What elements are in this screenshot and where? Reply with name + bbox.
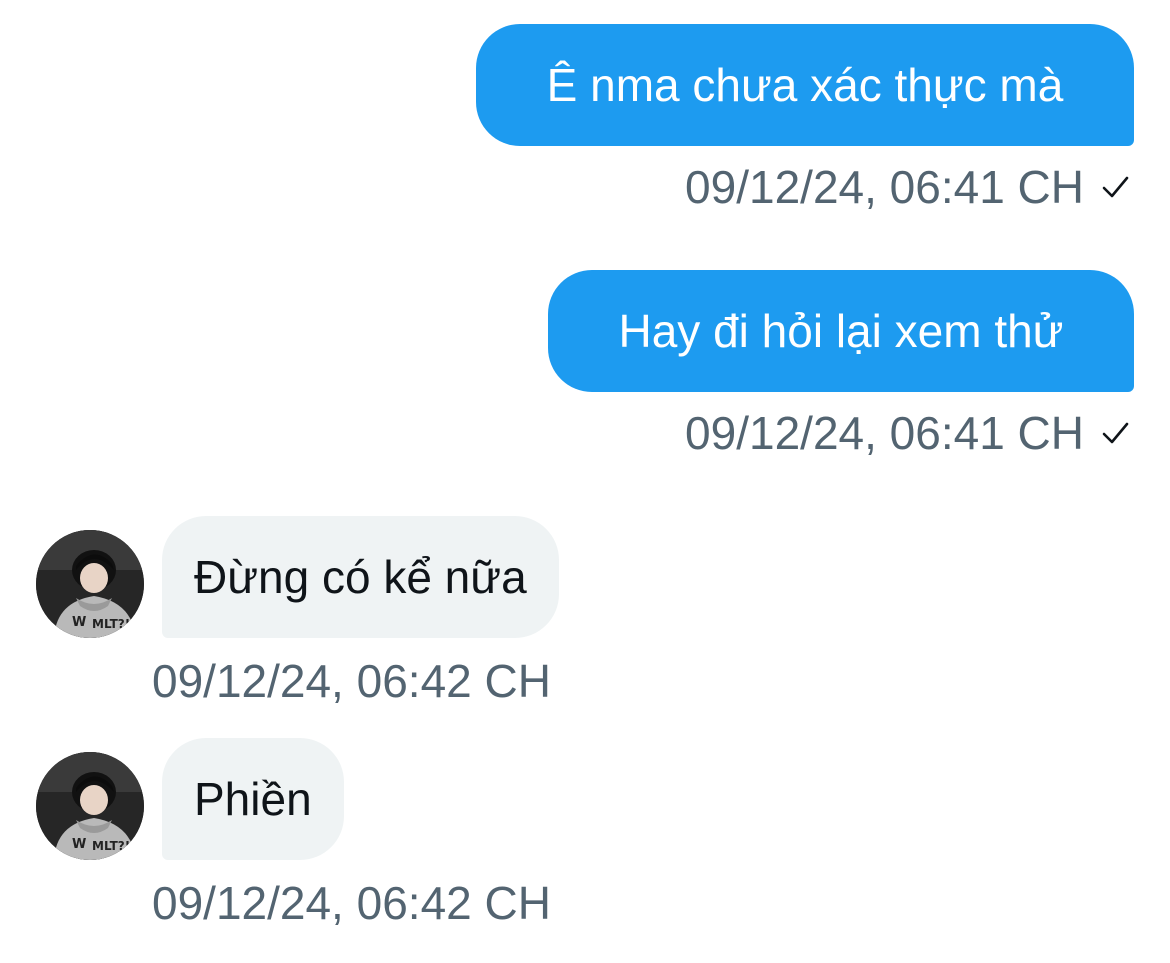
message-meta: 09/12/24, 06:41 CH — [685, 164, 1130, 210]
user-avatar[interactable]: W MLT?! — [36, 530, 144, 638]
message-bubble-outgoing[interactable]: Ê nma chưa xác thực mà — [476, 24, 1134, 146]
message-bubble-outgoing[interactable]: Hay đi hỏi lại xem thử — [548, 270, 1134, 392]
user-avatar[interactable]: W MLT?! — [36, 752, 144, 860]
message-text: Hay đi hỏi lại xem thử — [618, 305, 1064, 357]
check-icon — [1100, 172, 1130, 202]
svg-text:W: W — [72, 837, 86, 852]
message-timestamp: 09/12/24, 06:42 CH — [152, 877, 551, 929]
message-meta: 09/12/24, 06:41 CH — [685, 410, 1130, 456]
svg-text:MLT?!: MLT?! — [92, 839, 130, 853]
check-icon — [1100, 418, 1130, 448]
message-timestamp: 09/12/24, 06:41 CH — [685, 161, 1084, 213]
message-text: Ê nma chưa xác thực mà — [546, 59, 1064, 111]
message-bubble-incoming[interactable]: Đừng có kể nữa — [162, 516, 559, 638]
message-bubble-incoming[interactable]: Phiền — [162, 738, 344, 860]
svg-text:MLT?!: MLT?! — [92, 617, 130, 631]
svg-text:W: W — [72, 615, 86, 630]
message-timestamp: 09/12/24, 06:42 CH — [152, 655, 551, 707]
message-text: Đừng có kể nữa — [194, 551, 527, 603]
message-timestamp: 09/12/24, 06:41 CH — [685, 407, 1084, 459]
message-text: Phiền — [194, 773, 312, 825]
